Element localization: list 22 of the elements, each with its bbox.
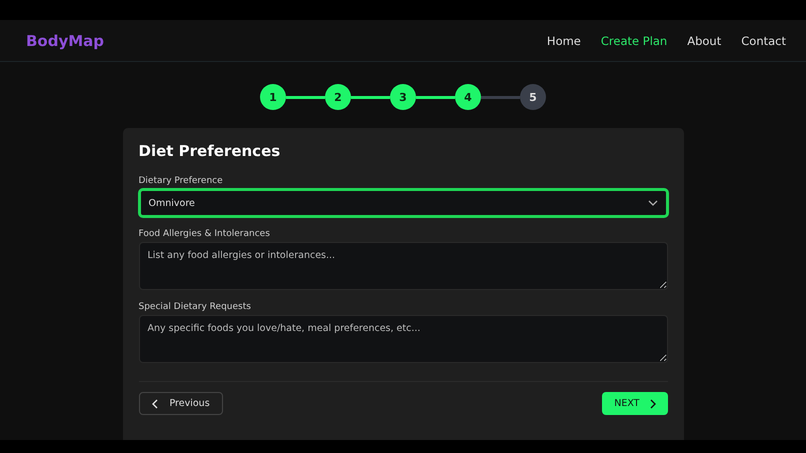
nav-link[interactable]: Create Plan — [600, 34, 668, 48]
step-circle: 3 — [390, 84, 416, 110]
field-label: Special Dietary Requests — [138, 302, 252, 312]
brand-logo[interactable]: BodyMap — [26, 32, 104, 50]
next-button[interactable]: NEXT — [602, 392, 668, 415]
step-circle: 2 — [325, 84, 351, 110]
nav-link[interactable]: About — [687, 34, 722, 48]
nav-link[interactable]: Home — [546, 34, 581, 48]
step-circle: 1 — [260, 84, 286, 110]
form-title: Diet Preferences — [138, 142, 282, 160]
nav-link[interactable]: Contact — [741, 34, 786, 48]
step-circle: 5 — [520, 84, 546, 110]
text-area[interactable]: List any food allergies or intolerances... — [138, 242, 668, 290]
dropdown-field[interactable]: Omnivore — [138, 189, 668, 217]
chevron-down-icon — [648, 200, 658, 206]
field-label: Food Allergies & Intolerances — [138, 229, 271, 239]
previous-button[interactable]: Previous — [138, 392, 223, 415]
step-circle: 4 — [455, 84, 481, 110]
field-label: Dietary Preference — [138, 176, 224, 186]
chevron-right-icon — [650, 398, 656, 408]
text-area[interactable]: Any specific foods you love/hate, meal preferences, etc... — [138, 315, 668, 363]
chevron-left-icon — [152, 398, 158, 408]
